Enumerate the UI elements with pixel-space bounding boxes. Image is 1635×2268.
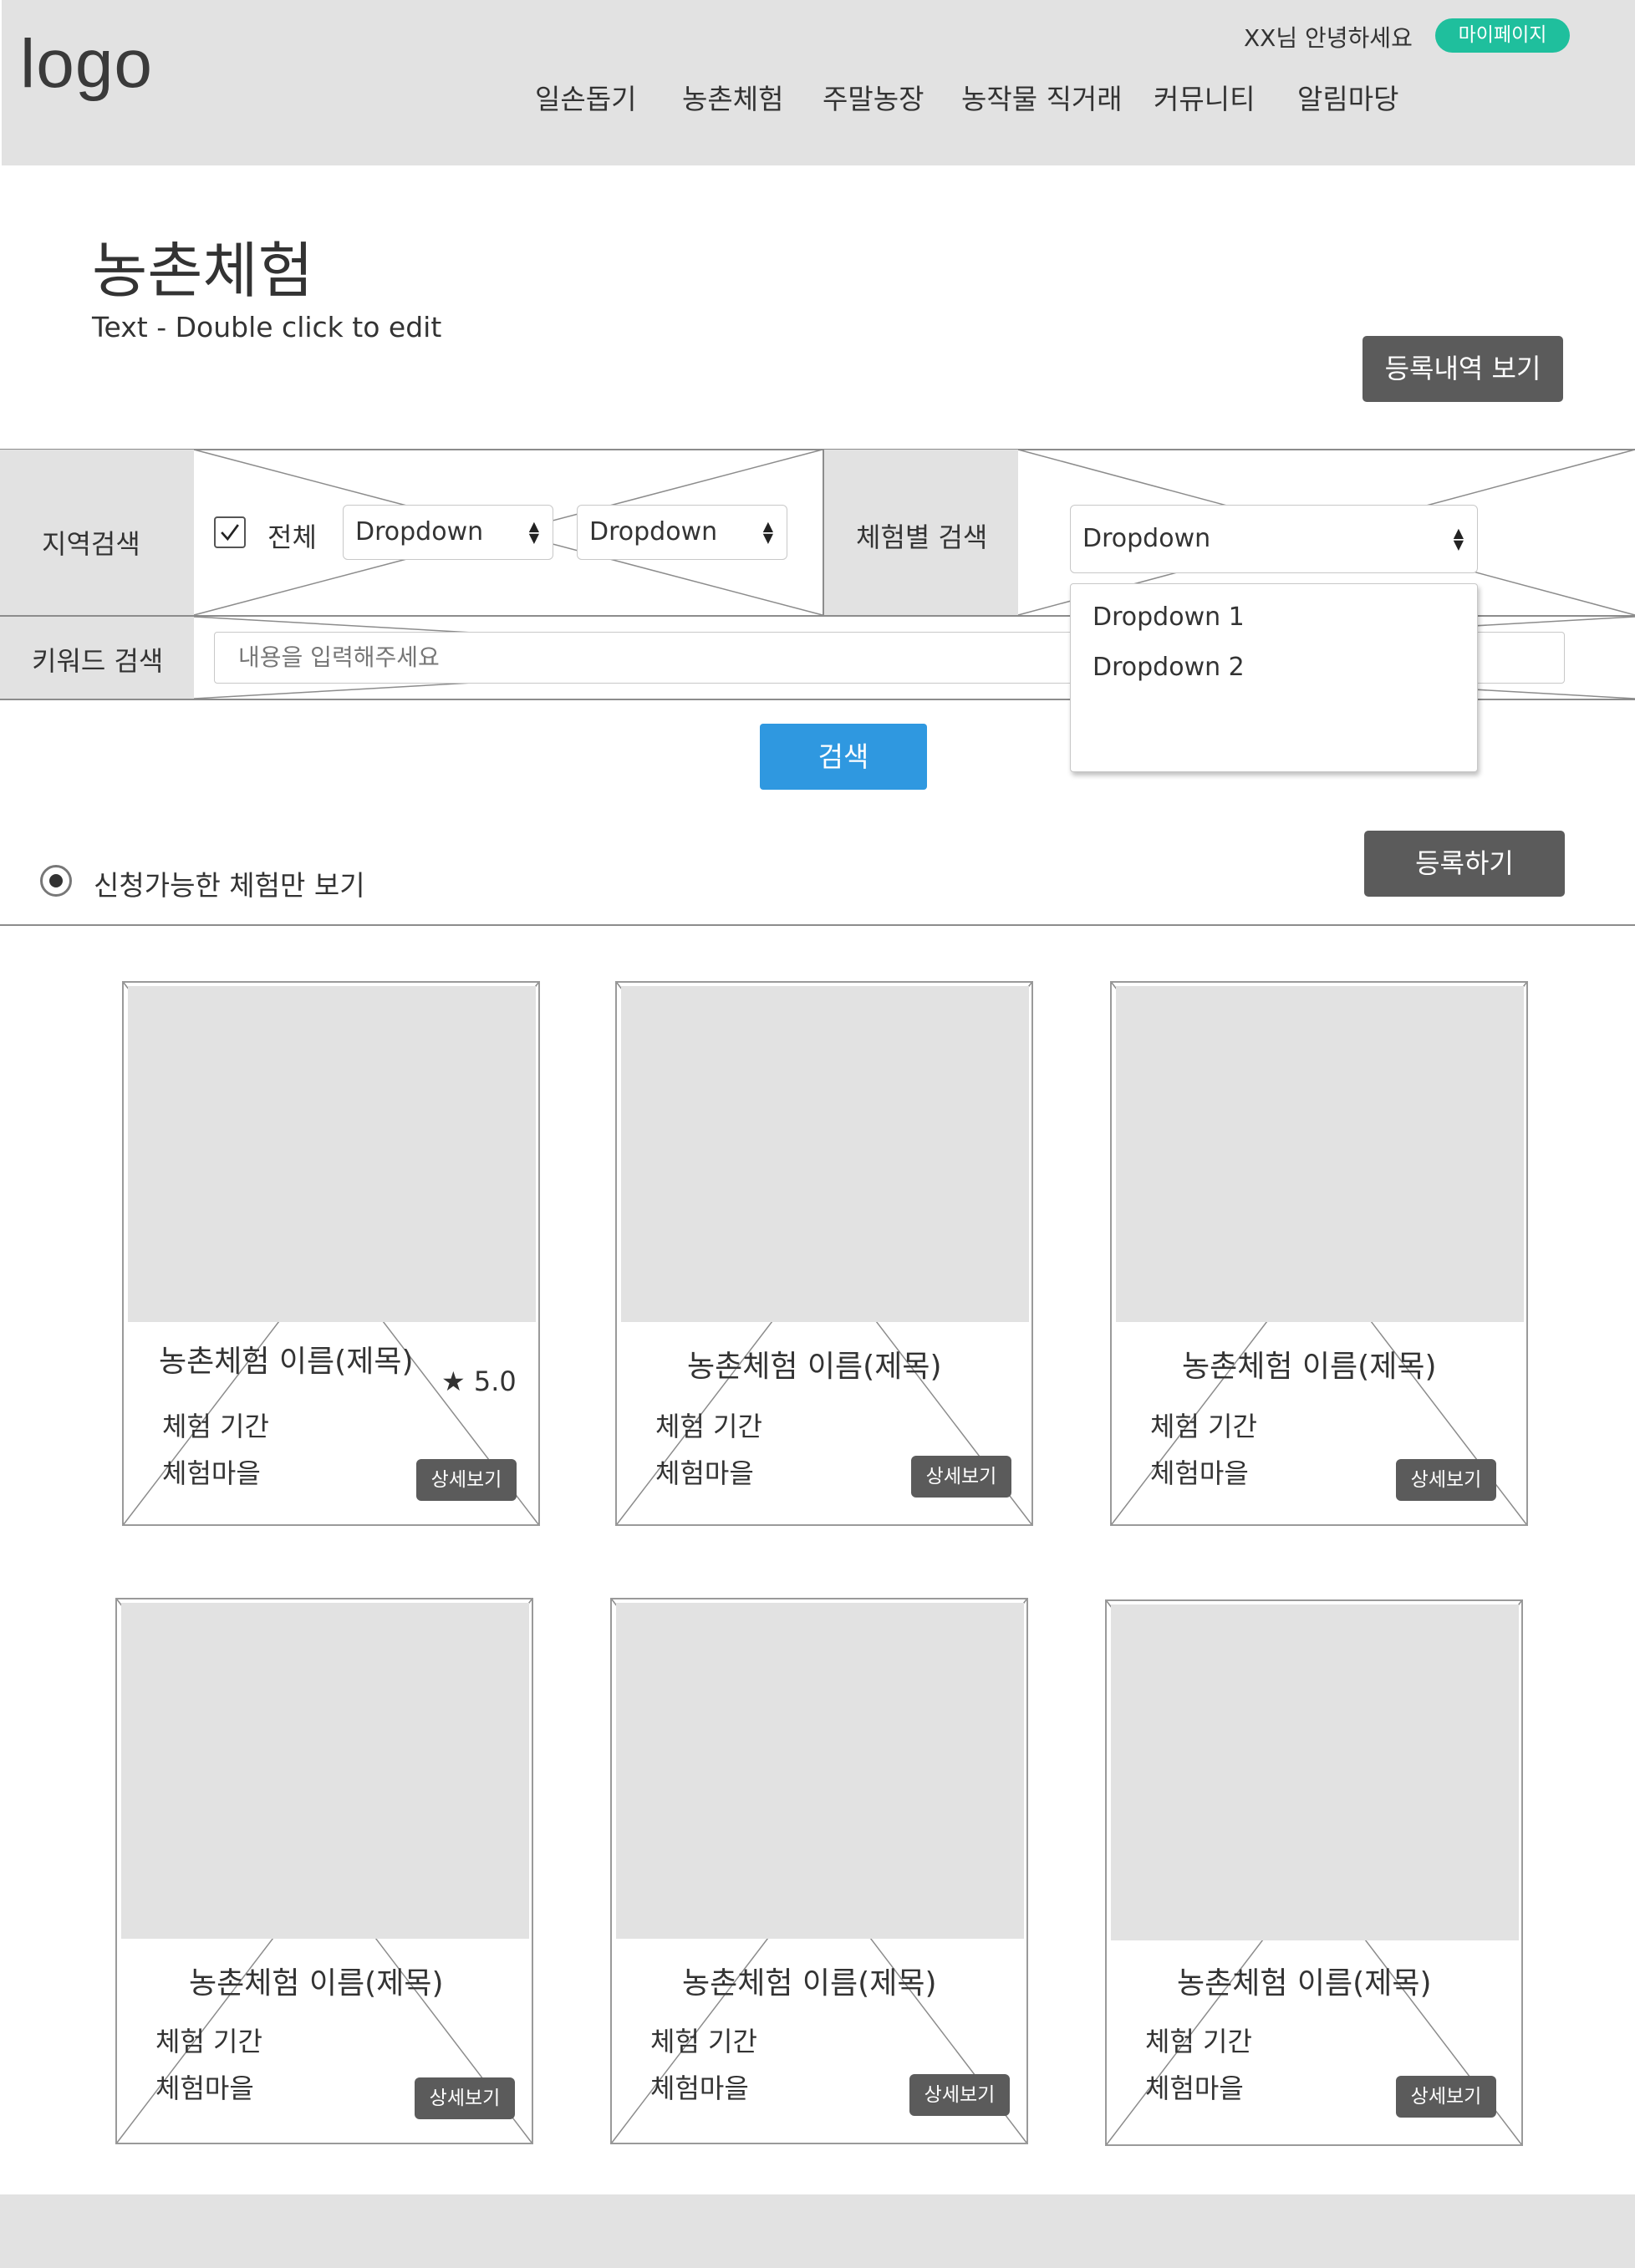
nav-item-direct-trade[interactable]: 농작물 직거래 — [961, 77, 1123, 117]
experience-card[interactable]: 농촌체험 이름(제목) 체험 기간 체험마을 상세보기 — [1105, 1599, 1523, 2146]
region-dropdown-1-value: Dropdown — [355, 517, 484, 547]
card-village: 체험마을 — [1145, 2072, 1244, 2104]
experience-card[interactable]: 농촌체험 이름(제목) 체험 기간 체험마을 상세보기 — [115, 1598, 533, 2144]
card-title: 농촌체험 이름(제목) — [682, 1966, 937, 2001]
region-dropdown-1[interactable]: Dropdown ▲ ▼ — [343, 505, 553, 560]
region-dropdown-2-value: Dropdown — [589, 517, 718, 547]
nav-item-rural-experience[interactable]: 농촌체험 — [682, 77, 783, 117]
all-region-checkbox[interactable] — [214, 516, 246, 548]
updown-arrows-icon: ▲ ▼ — [528, 518, 539, 546]
type-dropdown[interactable]: Dropdown ▲ ▼ — [1070, 505, 1478, 573]
detail-button[interactable]: 상세보기 — [415, 2077, 515, 2119]
card-village: 체험마을 — [162, 1457, 261, 1489]
available-only-radio[interactable] — [40, 865, 72, 897]
card-period: 체험 기간 — [655, 1411, 762, 1442]
logo[interactable]: logo — [20, 25, 153, 104]
experience-card[interactable]: 농촌체험 이름(제목) 체험 기간 체험마을 상세보기 — [610, 1598, 1028, 2144]
nav-item-notice[interactable]: 알림마당 — [1297, 77, 1398, 117]
detail-button[interactable]: 상세보기 — [911, 1456, 1011, 1498]
experience-card[interactable]: 농촌체험 이름(제목) 체험 기간 체험마을 상세보기 — [615, 981, 1033, 1526]
region-label-cell: 지역검색 — [0, 450, 194, 615]
available-only-label: 신청가능한 체험만 보기 — [94, 869, 365, 902]
region-dropdown-2[interactable]: Dropdown ▲ ▼ — [577, 505, 787, 560]
detail-button[interactable]: 상세보기 — [1396, 1459, 1496, 1501]
page-subtitle: Text - Double click to edit — [92, 311, 442, 343]
type-search-label: 체험별 검색 — [856, 521, 988, 553]
card-village: 체험마을 — [155, 2072, 254, 2104]
type-dropdown-value: Dropdown — [1082, 524, 1211, 553]
card-image-placeholder — [616, 1603, 1024, 1939]
card-title: 농촌체험 이름(제목) — [1182, 1350, 1437, 1384]
nav-item-help[interactable]: 일손돕기 — [535, 77, 636, 117]
card-image-placeholder — [1116, 986, 1524, 1322]
card-title: 농촌체험 이름(제목) — [159, 1345, 414, 1379]
region-search-label: 지역검색 — [42, 528, 140, 560]
nav-item-community[interactable]: 커뮤니티 — [1154, 77, 1255, 117]
keyword-search-label: 키워드 검색 — [32, 645, 164, 677]
all-region-label: 전체 — [267, 521, 317, 553]
detail-button[interactable]: 상세보기 — [416, 1459, 517, 1501]
experience-card[interactable]: 농촌체험 이름(제목) 체험 기간 체험마을 상세보기 — [1110, 981, 1528, 1526]
mypage-button[interactable]: 마이페이지 — [1435, 18, 1570, 53]
updown-arrows-icon: ▲ ▼ — [1453, 525, 1464, 552]
site-footer — [0, 2194, 1635, 2268]
view-history-button[interactable]: 등록내역 보기 — [1362, 336, 1563, 402]
dropdown-option-2[interactable]: Dropdown 2 — [1093, 653, 1245, 682]
detail-button[interactable]: 상세보기 — [1396, 2076, 1496, 2118]
dropdown-option-1[interactable]: Dropdown 1 — [1093, 603, 1245, 632]
register-button[interactable]: 등록하기 — [1364, 831, 1565, 897]
card-period: 체험 기간 — [1145, 2026, 1252, 2057]
search-button[interactable]: 검색 — [760, 724, 927, 790]
card-village: 체험마을 — [1150, 1457, 1249, 1489]
card-period: 체험 기간 — [650, 2026, 757, 2057]
card-image-placeholder — [128, 986, 536, 1322]
card-rating: ★ 5.0 — [441, 1365, 517, 1397]
card-title: 농촌체험 이름(제목) — [189, 1966, 444, 2001]
keyword-label-cell: 키워드 검색 — [0, 617, 194, 699]
greeting-text: XX님 안녕하세요 — [1244, 24, 1413, 52]
type-label-cell: 체험별 검색 — [824, 450, 1018, 615]
page-title: 농촌체험 — [92, 236, 313, 306]
card-image-placeholder — [121, 1603, 529, 1939]
card-image-placeholder — [621, 986, 1029, 1322]
divider — [0, 924, 1635, 926]
experience-card[interactable]: 농촌체험 이름(제목) ★ 5.0 체험 기간 체험마을 상세보기 — [122, 981, 540, 1526]
nav-item-weekend-farm[interactable]: 주말농장 — [823, 77, 924, 117]
check-icon — [221, 524, 239, 542]
type-dropdown-menu: Dropdown 1 Dropdown 2 — [1070, 583, 1478, 772]
card-village: 체험마을 — [650, 2072, 749, 2104]
card-image-placeholder — [1111, 1604, 1519, 1940]
card-title: 농촌체험 이름(제목) — [687, 1350, 942, 1384]
card-period: 체험 기간 — [1150, 1411, 1257, 1442]
card-title: 농촌체험 이름(제목) — [1177, 1966, 1432, 2001]
updown-arrows-icon: ▲ ▼ — [762, 518, 773, 546]
card-period: 체험 기간 — [155, 2026, 262, 2057]
card-village: 체험마을 — [655, 1457, 754, 1489]
detail-button[interactable]: 상세보기 — [909, 2074, 1010, 2116]
card-period: 체험 기간 — [162, 1411, 269, 1442]
